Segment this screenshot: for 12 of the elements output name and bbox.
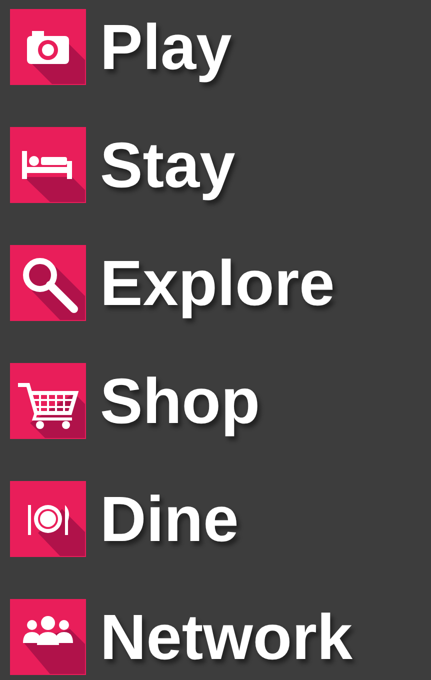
camera-icon bbox=[10, 9, 86, 85]
shopping-cart-icon bbox=[10, 363, 86, 439]
search-icon bbox=[10, 245, 86, 321]
bed-icon bbox=[10, 127, 86, 203]
menu-item[interactable]: Network bbox=[10, 598, 431, 676]
menu-item[interactable]: Dine bbox=[10, 480, 431, 558]
plate-cutlery-icon bbox=[10, 481, 86, 557]
menu-item[interactable]: Shop bbox=[10, 362, 431, 440]
people-icon bbox=[10, 599, 86, 675]
menu-item[interactable]: Play bbox=[10, 8, 431, 86]
menu-item[interactable]: Stay bbox=[10, 126, 431, 204]
menu-item[interactable]: Explore bbox=[10, 244, 431, 322]
